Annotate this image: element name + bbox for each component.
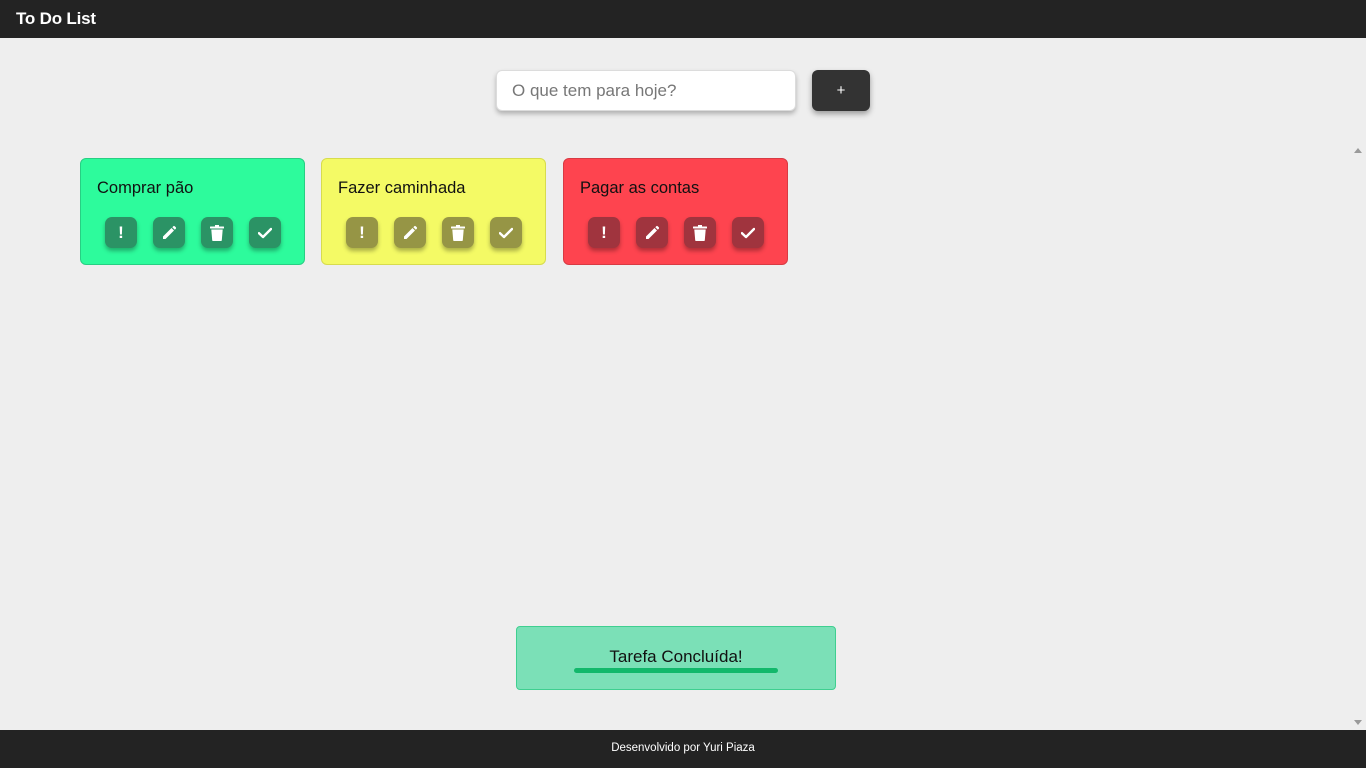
check-icon: [258, 227, 272, 238]
toast-message: Tarefa Concluída!: [609, 647, 743, 666]
priority-button[interactable]: !: [588, 217, 620, 248]
complete-button[interactable]: [732, 217, 764, 248]
pencil-icon: [163, 225, 177, 239]
scroll-down-arrow-icon[interactable]: [1354, 720, 1362, 725]
app-title: To Do List: [16, 9, 96, 28]
task-title: Fazer caminhada: [338, 179, 466, 197]
check-icon: [499, 227, 513, 238]
trash-icon: [693, 224, 707, 241]
task-actions: !: [588, 217, 764, 248]
top-bar: To Do List: [0, 0, 1366, 38]
priority-button[interactable]: !: [346, 217, 378, 248]
pencil-icon: [404, 225, 418, 239]
toast-progress-bar: [574, 668, 778, 673]
add-task-button[interactable]: +: [812, 70, 870, 111]
exclamation-icon: !: [118, 223, 124, 242]
check-icon: [741, 227, 755, 238]
footer: Desenvolvido por Yuri Piaza: [0, 730, 1366, 768]
exclamation-icon: !: [359, 223, 365, 242]
task-card: Pagar as contas !: [563, 158, 788, 265]
success-toast: Tarefa Concluída!: [516, 626, 836, 690]
pencil-icon: [646, 225, 660, 239]
delete-button[interactable]: [442, 217, 474, 248]
edit-button[interactable]: [636, 217, 668, 248]
task-actions: !: [346, 217, 522, 248]
complete-button[interactable]: [490, 217, 522, 248]
complete-button[interactable]: [249, 217, 281, 248]
task-actions: !: [105, 217, 281, 248]
edit-button[interactable]: [153, 217, 185, 248]
delete-button[interactable]: [684, 217, 716, 248]
scroll-up-arrow-icon[interactable]: [1354, 148, 1362, 153]
trash-icon: [210, 224, 224, 241]
priority-button[interactable]: !: [105, 217, 137, 248]
trash-icon: [451, 224, 465, 241]
task-card: Fazer caminhada !: [321, 158, 546, 265]
edit-button[interactable]: [394, 217, 426, 248]
task-title: Comprar pão: [97, 179, 194, 197]
task-card: Comprar pão !: [80, 158, 305, 265]
exclamation-icon: !: [601, 223, 607, 242]
task-input[interactable]: [496, 70, 796, 111]
delete-button[interactable]: [201, 217, 233, 248]
task-title: Pagar as contas: [580, 179, 700, 197]
scrollbar[interactable]: [1351, 143, 1366, 730]
footer-credit: Desenvolvido por Yuri Piaza: [611, 742, 755, 754]
